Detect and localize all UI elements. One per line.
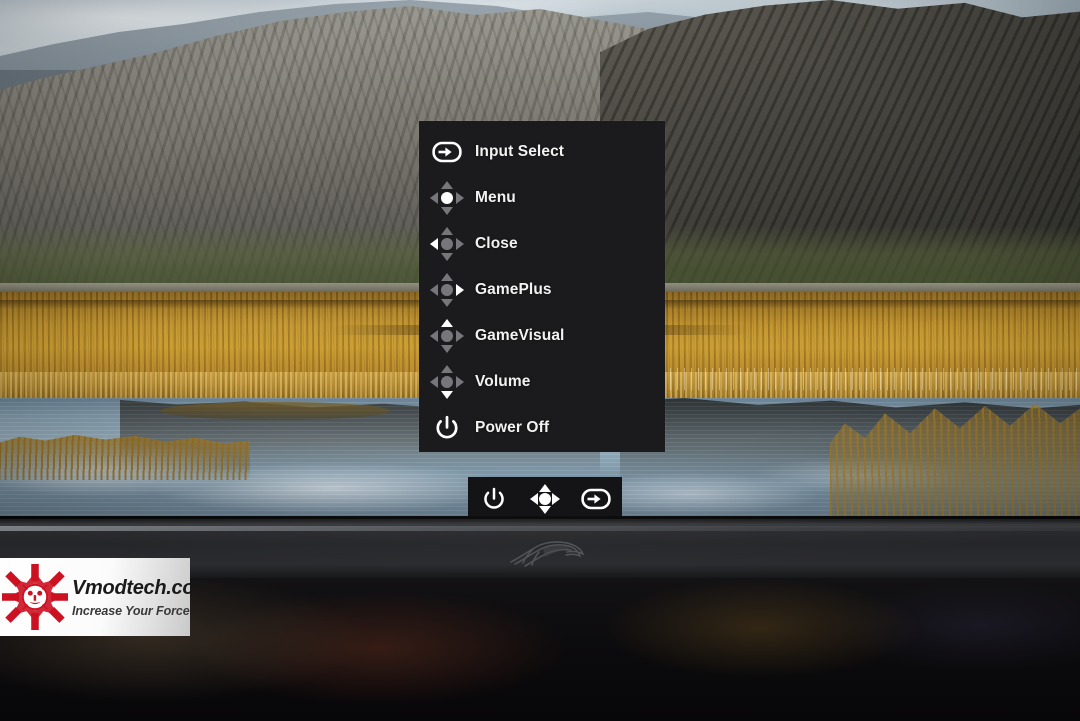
power-button[interactable] (472, 477, 516, 520)
osd-item-label: GamePlus (475, 281, 552, 298)
osd-item-label: Power Off (475, 419, 550, 436)
screenshot-root: Input Select Menu Close GamePlus GameVis… (0, 0, 1080, 721)
osd-menu-panel: Input Select Menu Close GamePlus GameVis… (419, 121, 665, 452)
osd-item-input-select[interactable]: Input Select (419, 129, 665, 175)
osd-item-label: GameVisual (475, 327, 565, 344)
watermark: Vmodtech.com Increase Your Force (0, 558, 190, 636)
input-select-button[interactable] (574, 477, 618, 520)
osd-item-label: Menu (475, 189, 516, 206)
joystick-icon (419, 221, 475, 267)
input-select-icon (581, 488, 612, 509)
osd-item-menu[interactable]: Menu (419, 175, 665, 221)
osd-item-close[interactable]: Close (419, 221, 665, 267)
input-select-icon (419, 129, 475, 175)
wallpaper-grass-sparkle (600, 368, 1080, 390)
osd-item-volume[interactable]: Volume (419, 359, 665, 405)
osd-item-gamevisual[interactable]: GameVisual (419, 313, 665, 359)
osd-item-label: Volume (475, 373, 531, 390)
osd-item-gameplus[interactable]: GamePlus (419, 267, 665, 313)
osd-item-power-off[interactable]: Power Off (419, 405, 665, 451)
joystick-icon (529, 483, 560, 514)
joystick-icon (419, 267, 475, 313)
joystick-button[interactable] (523, 477, 567, 520)
watermark-tagline: Increase Your Force (72, 603, 190, 618)
power-icon (419, 405, 475, 451)
joystick-icon (419, 175, 475, 221)
wallpaper-island (160, 402, 390, 420)
vmodtech-gear-emblem (2, 562, 68, 632)
monitor-button-bar (468, 477, 622, 520)
joystick-icon (419, 313, 475, 359)
power-icon (483, 487, 504, 509)
osd-item-label: Close (475, 235, 518, 252)
watermark-site: Vmodtech.com (72, 576, 190, 599)
rog-eye-logo (510, 541, 585, 567)
osd-item-label: Input Select (475, 143, 565, 160)
joystick-icon (419, 359, 475, 405)
